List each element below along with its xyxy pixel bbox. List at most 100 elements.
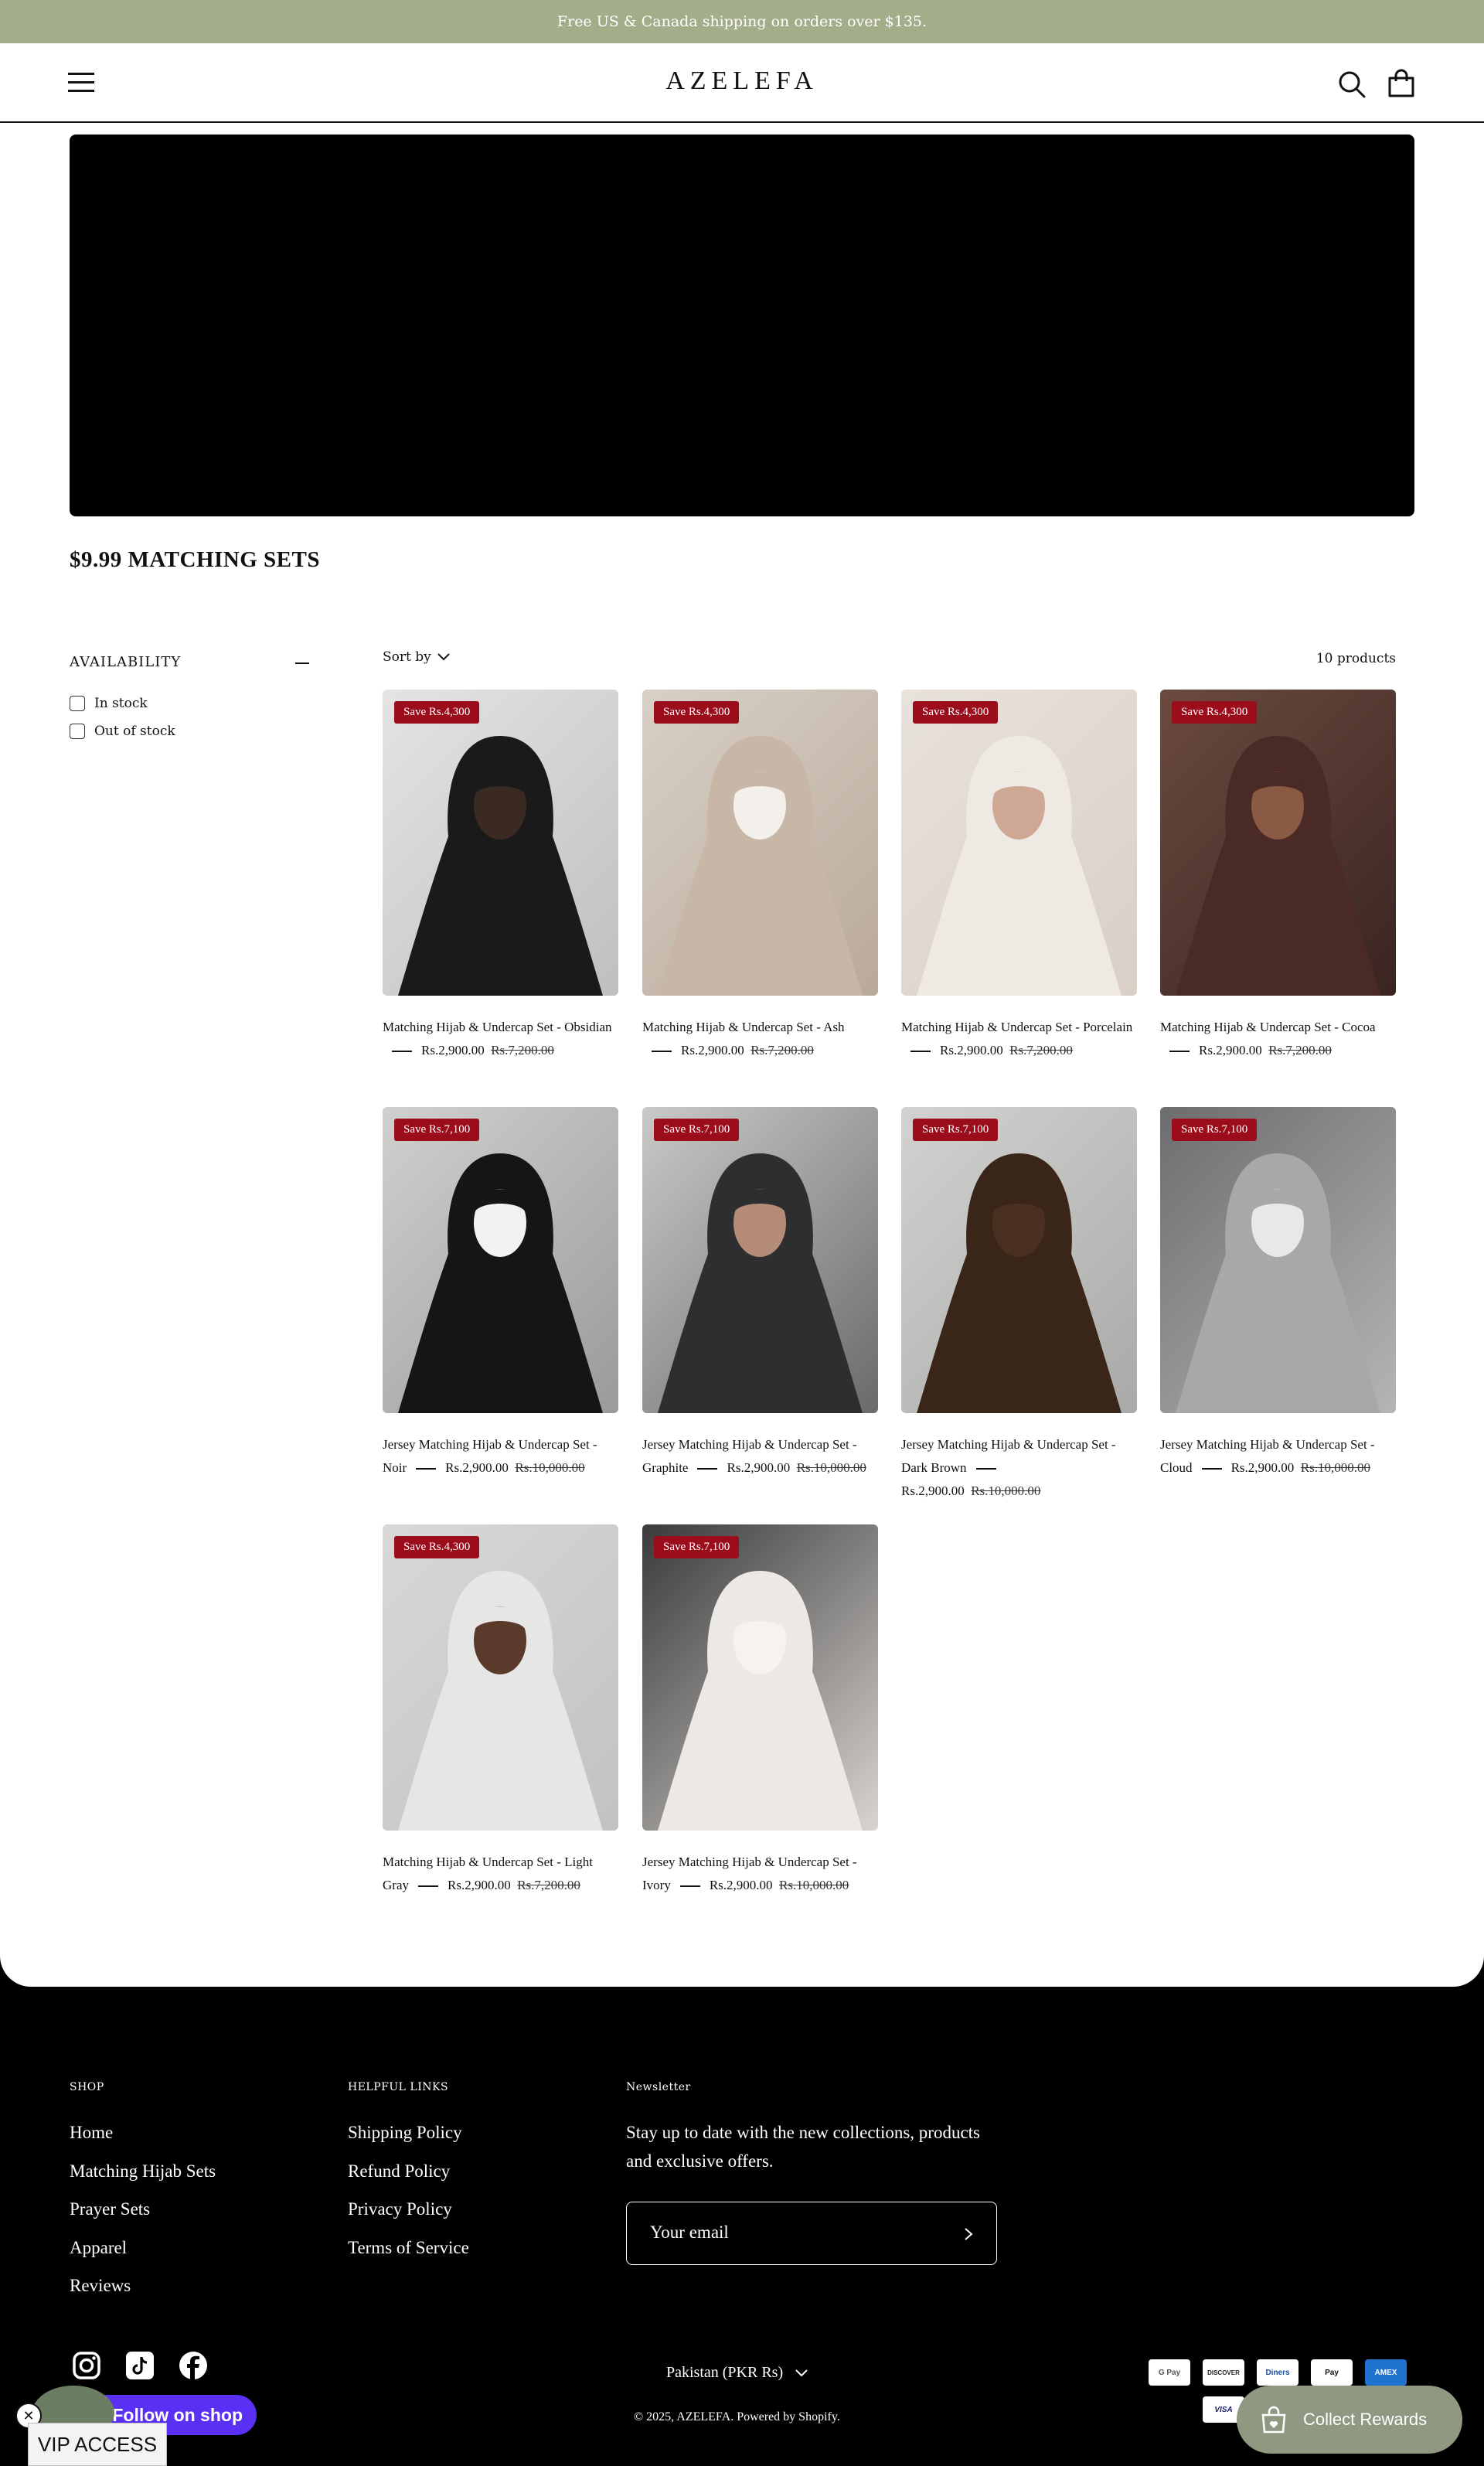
apple-pay-icon: Pay: [1311, 2359, 1353, 2386]
sale-badge: Save Rs.4,300: [1172, 701, 1258, 724]
sort-by-dropdown[interactable]: Sort by: [383, 649, 450, 665]
filter-option-label: In stock: [94, 696, 148, 711]
copyright: © 2025, AZELEFA. Powered by Shopify.: [634, 2410, 840, 2423]
filter-out-of-stock[interactable]: Out of stock: [70, 722, 301, 741]
price-separator: [1201, 1468, 1222, 1470]
product-title[interactable]: Matching Hijab & Undercap Set - Ash: [642, 1020, 845, 1034]
cart-icon[interactable]: [1387, 68, 1416, 99]
search-icon[interactable]: [1337, 70, 1367, 99]
collapse-icon: [295, 662, 309, 664]
product-photo-figure: [917, 736, 1122, 996]
store-logo[interactable]: AZELEFA: [0, 66, 1484, 96]
product-photo-figure: [1176, 1153, 1380, 1413]
product-image[interactable]: Save Rs.7,100: [642, 1107, 878, 1413]
sale-badge: Save Rs.4,300: [654, 701, 740, 724]
product-card[interactable]: Save Rs.7,100 Jersey Matching Hijab & Un…: [1160, 1107, 1396, 1480]
product-card[interactable]: Save Rs.7,100 Jersey Matching Hijab & Un…: [901, 1107, 1137, 1503]
close-glyph: ✕: [22, 2407, 35, 2423]
product-image[interactable]: Save Rs.7,100: [642, 1524, 878, 1831]
collection-title: $9.99 MATCHING SETS: [70, 547, 320, 572]
product-image[interactable]: Save Rs.4,300: [901, 690, 1137, 996]
sale-badge: Save Rs.7,100: [1172, 1119, 1258, 1141]
filter-in-stock[interactable]: In stock: [70, 694, 301, 713]
product-image[interactable]: Save Rs.7,100: [1160, 1107, 1396, 1413]
sale-badge: Save Rs.4,300: [394, 701, 480, 724]
footer-shop-title: SHOP: [70, 2081, 104, 2093]
payment-label: G Pay: [1158, 2368, 1181, 2377]
footer-helpful-link[interactable]: Refund Policy: [348, 2161, 450, 2182]
tiktok-icon[interactable]: [124, 2350, 155, 2381]
product-card[interactable]: Save Rs.7,100 Jersey Matching Hijab & Un…: [383, 1107, 618, 1480]
product-image[interactable]: Save Rs.4,300: [1160, 690, 1396, 996]
footer-helpful-link[interactable]: Shipping Policy: [348, 2123, 462, 2143]
product-card[interactable]: Save Rs.4,300 Matching Hijab & Undercap …: [383, 690, 618, 1062]
product-price: Rs.2,900.00: [901, 1483, 965, 1498]
product-photo-figure: [658, 1153, 863, 1413]
compare-price: Rs.7,200.00: [751, 1043, 814, 1058]
product-price: Rs.2,900.00: [681, 1043, 744, 1058]
gift-bag-icon: [1261, 2406, 1286, 2434]
chevron-down-icon: [795, 2369, 808, 2376]
sale-badge: Save Rs.7,100: [654, 1536, 740, 1558]
sale-badge: Save Rs.4,300: [394, 1536, 480, 1558]
footer-shop-link[interactable]: Apparel: [70, 2238, 127, 2258]
product-price: Rs.2,900.00: [1199, 1043, 1262, 1058]
sale-badge: Save Rs.4,300: [913, 701, 999, 724]
product-price: Rs.2,900.00: [709, 1878, 773, 1892]
price-separator: [1169, 1051, 1190, 1053]
product-title[interactable]: Matching Hijab & Undercap Set - Cocoa: [1160, 1020, 1376, 1034]
product-photo-figure: [398, 736, 603, 996]
compare-price: Rs.10,000.00: [971, 1483, 1041, 1498]
compare-price: Rs.7,200.00: [517, 1878, 580, 1892]
product-card[interactable]: Save Rs.4,300 Matching Hijab & Undercap …: [1160, 690, 1396, 1062]
compare-price: Rs.10,000.00: [796, 1460, 866, 1475]
collect-rewards-button[interactable]: Collect Rewards: [1237, 2386, 1462, 2454]
product-photo-figure: [398, 1153, 603, 1413]
product-price: Rs.2,900.00: [1230, 1460, 1295, 1475]
footer-shop-link[interactable]: Prayer Sets: [70, 2199, 150, 2219]
footer-shop-link[interactable]: Reviews: [70, 2276, 131, 2296]
footer-helpful-link[interactable]: Privacy Policy: [348, 2199, 452, 2219]
product-image[interactable]: Save Rs.4,300: [642, 690, 878, 996]
footer-helpful-link[interactable]: Terms of Service: [348, 2238, 469, 2258]
payment-label: Diners: [1265, 2368, 1290, 2377]
product-card[interactable]: Save Rs.4,300 Matching Hijab & Undercap …: [642, 690, 878, 1062]
filter-availability-toggle[interactable]: AVAILABILITY: [70, 654, 309, 673]
sale-badge: Save Rs.7,100: [913, 1119, 999, 1141]
compare-price: Rs.7,200.00: [491, 1043, 554, 1058]
payment-label: VISA: [1214, 2405, 1233, 2414]
compare-price: Rs.10,000.00: [1300, 1460, 1370, 1475]
announcement-text: Free US & Canada shipping on orders over…: [556, 13, 928, 30]
chevron-right-icon[interactable]: [964, 2227, 973, 2241]
email-placeholder: Your email: [650, 2222, 729, 2242]
checkbox[interactable]: [70, 696, 85, 711]
product-title[interactable]: Jersey Matching Hijab & Undercap Set - D…: [901, 1437, 1116, 1475]
product-card[interactable]: Save Rs.7,100 Jersey Matching Hijab & Un…: [642, 1524, 878, 1897]
price-separator: [392, 1051, 412, 1053]
product-card[interactable]: Save Rs.4,300 Matching Hijab & Undercap …: [901, 690, 1137, 1062]
footer-shop-link[interactable]: Matching Hijab Sets: [70, 2161, 216, 2182]
product-card[interactable]: Save Rs.4,300 Matching Hijab & Undercap …: [383, 1524, 618, 1897]
gpay-icon: G Pay: [1149, 2359, 1190, 2386]
country-selector[interactable]: Pakistan (PKR Rs): [666, 2364, 808, 2382]
checkbox[interactable]: [70, 724, 85, 739]
instagram-icon[interactable]: [71, 2350, 102, 2381]
vip-access-button[interactable]: VIP ACCESS: [28, 2423, 167, 2466]
product-title[interactable]: Matching Hijab & Undercap Set - Porcelai…: [901, 1020, 1132, 1034]
product-image[interactable]: Save Rs.4,300: [383, 1524, 618, 1831]
product-image[interactable]: Save Rs.7,100: [901, 1107, 1137, 1413]
product-title[interactable]: Matching Hijab & Undercap Set - Obsidian: [383, 1020, 612, 1034]
email-input[interactable]: Your email: [626, 2202, 997, 2265]
product-photo-figure: [917, 1153, 1122, 1413]
discover-icon: DISCOVER: [1203, 2359, 1244, 2386]
facebook-icon[interactable]: [178, 2350, 209, 2381]
product-image[interactable]: Save Rs.7,100: [383, 1107, 618, 1413]
footer-shop-link[interactable]: Home: [70, 2123, 113, 2143]
price-separator: [910, 1051, 931, 1053]
price-separator: [975, 1468, 996, 1470]
product-card[interactable]: Save Rs.7,100 Jersey Matching Hijab & Un…: [642, 1107, 878, 1480]
product-photo-figure: [658, 736, 863, 996]
price-separator: [697, 1468, 718, 1470]
product-image[interactable]: Save Rs.4,300: [383, 690, 618, 996]
site-header: AZELEFA: [0, 43, 1484, 123]
